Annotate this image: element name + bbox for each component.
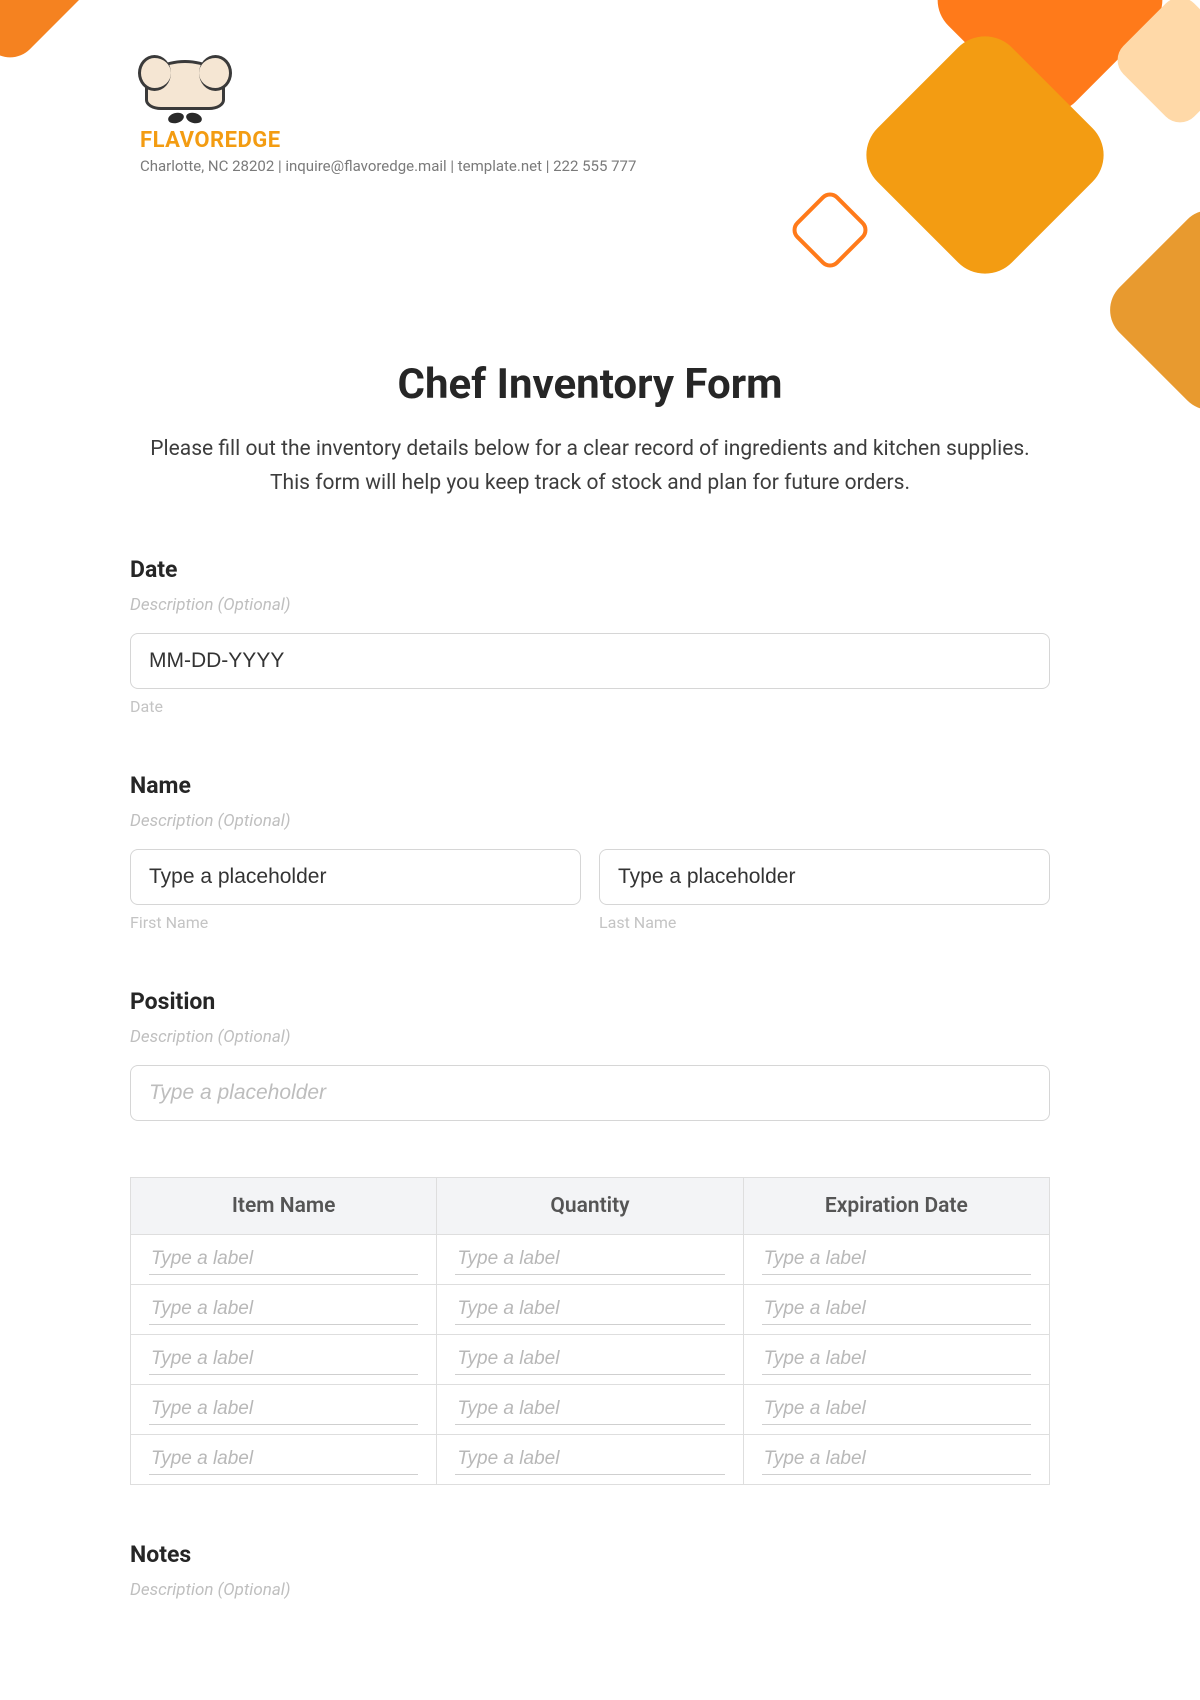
name-desc: Description (Optional) — [130, 811, 1050, 831]
notes-desc: Description (Optional) — [130, 1580, 1050, 1600]
field-date: Date Description (Optional) Date — [130, 556, 1050, 716]
position-label: Position — [130, 988, 1050, 1015]
table-cell-input[interactable] — [762, 1244, 1031, 1275]
table-cell-input[interactable] — [149, 1244, 418, 1275]
notes-label: Notes — [130, 1541, 1050, 1568]
table-cell-input[interactable] — [149, 1394, 418, 1425]
contact-info: Charlotte, NC 28202 | inquire@flavoredge… — [140, 157, 636, 175]
inventory-table: Item Name Quantity Expiration Date — [130, 1177, 1050, 1485]
table-row — [131, 1335, 1050, 1385]
field-position: Position Description (Optional) — [130, 988, 1050, 1121]
position-desc: Description (Optional) — [130, 1027, 1050, 1047]
decor-shape — [1097, 197, 1200, 423]
last-name-sublabel: Last Name — [599, 913, 1050, 932]
table-cell-input[interactable] — [762, 1294, 1031, 1325]
first-name-sublabel: First Name — [130, 913, 581, 932]
table-cell-input[interactable] — [455, 1394, 724, 1425]
field-notes: Notes Description (Optional) — [130, 1541, 1050, 1600]
table-row — [131, 1385, 1050, 1435]
chef-hat-icon — [140, 60, 230, 120]
table-cell-input[interactable] — [149, 1294, 418, 1325]
table-cell-input[interactable] — [762, 1444, 1031, 1475]
header: FLAVOREDGE Charlotte, NC 28202 | inquire… — [140, 60, 636, 175]
last-name-input[interactable] — [599, 849, 1050, 905]
form-intro: Please fill out the inventory details be… — [130, 433, 1050, 500]
brand-name: FLAVOREDGE — [140, 128, 636, 153]
table-row — [131, 1435, 1050, 1485]
table-header-qty: Quantity — [437, 1178, 743, 1235]
table-row — [131, 1235, 1050, 1285]
date-desc: Description (Optional) — [130, 595, 1050, 615]
date-sublabel: Date — [130, 697, 1050, 716]
date-input[interactable] — [130, 633, 1050, 689]
field-name: Name Description (Optional) First Name L… — [130, 772, 1050, 932]
table-cell-input[interactable] — [149, 1444, 418, 1475]
first-name-input[interactable] — [130, 849, 581, 905]
decor-shape — [788, 188, 873, 273]
form-title: Chef Inventory Form — [130, 360, 1050, 409]
table-row — [131, 1285, 1050, 1335]
table-cell-input[interactable] — [762, 1344, 1031, 1375]
table-cell-input[interactable] — [762, 1394, 1031, 1425]
name-label: Name — [130, 772, 1050, 799]
table-cell-input[interactable] — [455, 1244, 724, 1275]
form-container: Chef Inventory Form Please fill out the … — [130, 360, 1050, 1600]
table-header-exp: Expiration Date — [743, 1178, 1049, 1235]
table-cell-input[interactable] — [455, 1344, 724, 1375]
table-header-item: Item Name — [131, 1178, 437, 1235]
table-cell-input[interactable] — [455, 1444, 724, 1475]
date-label: Date — [130, 556, 1050, 583]
position-input[interactable] — [130, 1065, 1050, 1121]
table-cell-input[interactable] — [149, 1344, 418, 1375]
table-cell-input[interactable] — [455, 1294, 724, 1325]
decor-shape — [0, 0, 109, 69]
